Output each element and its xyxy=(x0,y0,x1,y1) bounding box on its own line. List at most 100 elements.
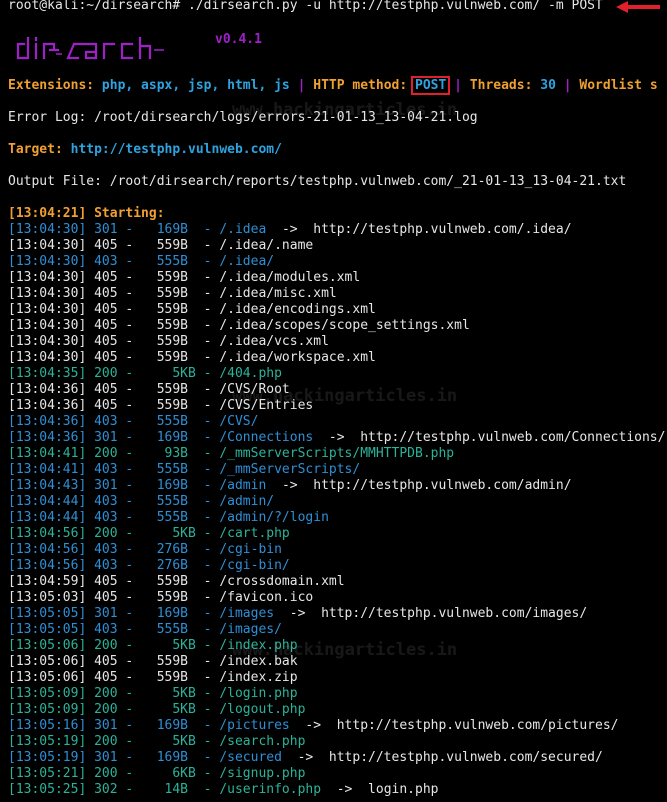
result-row: [13:04:30] 405 - 559B - /.idea/workspace… xyxy=(8,350,665,366)
result-row: [13:05:19] 301 - 169B - /secured -> http… xyxy=(8,750,665,766)
result-text: [13:04:35] 200 - 5KB - /404.php xyxy=(8,366,282,381)
result-row: [13:05:19] 200 - 5KB - /search.php xyxy=(8,734,665,750)
result-text: [13:05:06] 200 - 5KB - /index.php xyxy=(8,638,298,653)
result-text: [13:04:30] 405 - 559B - /.idea/scopes/sc… xyxy=(8,318,470,333)
info-bar: Extensions: php, aspx, jsp, html, js | H… xyxy=(8,76,658,95)
result-row: [13:05:09] 200 - 5KB - /logout.php xyxy=(8,702,665,718)
result-text: [13:04:30] 403 - 555B - /.idea/ xyxy=(8,254,275,269)
threads-label: Threads: xyxy=(469,78,533,93)
target-url: http://testphp.vulnweb.com/ xyxy=(70,142,282,157)
result-row: [13:04:36] 301 - 169B - /Connections -> … xyxy=(8,430,665,446)
result-text: [13:05:09] 200 - 5KB - /login.php xyxy=(8,686,298,701)
result-text: [13:04:30] 405 - 559B - /.idea/misc.xml xyxy=(8,286,337,301)
result-text: [13:05:06] 405 - 559B - /index.bak xyxy=(8,654,298,669)
result-row: [13:04:30] 403 - 555B - /.idea/ xyxy=(8,254,665,270)
result-text: [13:04:36] 405 - 559B - /CVS/Root xyxy=(8,382,290,397)
result-row: [13:05:06] 405 - 559B - /index.bak xyxy=(8,654,665,670)
result-text: [13:04:30] 405 - 559B - /.idea/encodings… xyxy=(8,302,376,317)
result-row: [13:05:03] 405 - 559B - /favicon.ico xyxy=(8,590,665,606)
wordlist-label: Wordlist s xyxy=(579,78,658,93)
extensions-value: php, aspx, jsp, html, js xyxy=(101,78,290,93)
result-row: [13:04:30] 301 - 169B - /.idea -> http:/… xyxy=(8,222,665,238)
result-row: [13:05:16] 301 - 169B - /pictures -> htt… xyxy=(8,718,665,734)
result-text: [13:04:30] 405 - 559B - /.idea/workspace… xyxy=(8,350,376,365)
result-text: [13:04:30] 405 - 559B - /.idea/vcs.xml xyxy=(8,334,329,349)
result-text: [13:04:36] 403 - 555B - /CVS/ xyxy=(8,414,259,429)
http-method-value: POST xyxy=(411,76,451,95)
result-text: [13:04:56] 200 - 5KB - /cart.php xyxy=(8,526,290,541)
result-row: [13:04:36] 405 - 559B - /CVS/Root xyxy=(8,382,665,398)
result-row: [13:05:25] 302 - 14B - /userinfo.php -> … xyxy=(8,782,665,798)
redirect-target: -> http://testphp.vulnweb.com/secured/ xyxy=(297,750,603,765)
result-row: [13:04:36] 403 - 555B - /CVS/ xyxy=(8,414,665,430)
output-file-line: Output File: /root/dirsearch/reports/tes… xyxy=(8,174,627,189)
result-row: [13:04:30] 405 - 559B - /.idea/vcs.xml xyxy=(8,334,665,350)
result-text: [13:04:41] 403 - 555B - /_mmServerScript… xyxy=(8,462,361,477)
result-row: [13:05:21] 200 - 6KB - /signup.php xyxy=(8,766,665,782)
result-row: [13:04:59] 405 - 559B - /crossdomain.xml xyxy=(8,574,665,590)
result-text: [13:04:56] 403 - 276B - /cgi-bin/ xyxy=(8,558,290,573)
starting-line: [13:04:21] Starting: xyxy=(8,206,165,221)
result-row: [13:04:41] 200 - 93B - /_mmServerScripts… xyxy=(8,446,665,462)
redirect-target: -> login.php xyxy=(336,782,439,797)
result-text: [13:05:06] 405 - 559B - /index.zip xyxy=(8,670,298,685)
target-label: Target: xyxy=(8,142,63,157)
redirect-target: -> http://testphp.vulnweb.com/Connection… xyxy=(328,430,666,445)
result-text: [13:05:03] 405 - 559B - /favicon.ico xyxy=(8,590,314,605)
result-text: [13:05:16] 301 - 169B - /pictures xyxy=(8,718,306,733)
redirect-target: -> http://testphp.vulnweb.com/admin/ xyxy=(281,478,572,493)
result-text: [13:05:05] 301 - 169B - /images xyxy=(8,606,290,621)
result-row: [13:05:05] 403 - 555B - /images/ xyxy=(8,622,665,638)
red-arrow-icon xyxy=(616,1,660,13)
result-text: [13:04:36] 405 - 559B - /CVS/Entries xyxy=(8,398,314,413)
separator: | xyxy=(563,78,572,93)
separator: | xyxy=(297,78,306,93)
redirect-target: -> http://testphp.vulnweb.com/.idea/ xyxy=(281,222,572,237)
result-row: [13:04:35] 200 - 5KB - /404.php xyxy=(8,366,665,382)
command-line: root@kali:~/dirsearch# ./dirsearch.py -u… xyxy=(8,0,603,13)
result-text: [13:04:44] 403 - 555B - /admin/ xyxy=(8,494,275,509)
result-text: [13:05:19] 301 - 169B - /secured xyxy=(8,750,298,765)
result-text: [13:05:25] 302 - 14B - /userinfo.php xyxy=(8,782,337,797)
extensions-label: Extensions: xyxy=(8,78,95,93)
result-text: [13:04:44] 403 - 555B - /admin/?/login xyxy=(8,510,329,525)
result-row: [13:04:56] 403 - 276B - /cgi-bin/ xyxy=(8,558,665,574)
result-row: [13:04:30] 405 - 559B - /.idea/modules.x… xyxy=(8,270,665,286)
result-row: [13:04:36] 405 - 559B - /CVS/Entries xyxy=(8,398,665,414)
http-method-label: HTTP method: xyxy=(313,78,408,93)
result-text: [13:04:30] 405 - 559B - /.idea/.name xyxy=(8,238,314,253)
result-row: [13:04:44] 403 - 555B - /admin/?/login xyxy=(8,510,665,526)
result-row: [13:04:56] 403 - 276B - /cgi-bin xyxy=(8,542,665,558)
result-row: [13:04:30] 405 - 559B - /.idea/.name xyxy=(8,238,665,254)
result-row: [13:04:56] 200 - 5KB - /cart.php xyxy=(8,526,665,542)
result-row: [13:04:41] 403 - 555B - /_mmServerScript… xyxy=(8,462,665,478)
result-row: [13:05:06] 405 - 559B - /index.zip xyxy=(8,670,665,686)
result-text: [13:04:30] 405 - 559B - /.idea/modules.x… xyxy=(8,270,361,285)
threads-value: 30 xyxy=(540,78,556,93)
result-text: [13:05:19] 200 - 5KB - /search.php xyxy=(8,734,306,749)
result-row: [13:04:30] 405 - 559B - /.idea/encodings… xyxy=(8,302,665,318)
separator: | xyxy=(454,78,462,93)
redirect-target: -> http://testphp.vulnweb.com/pictures/ xyxy=(305,718,619,733)
dirsearch-logo xyxy=(16,36,164,60)
result-text: [13:04:36] 301 - 169B - /Connections xyxy=(8,430,329,445)
results-list: [13:04:30] 301 - 169B - /.idea -> http:/… xyxy=(8,222,665,798)
result-row: [13:04:30] 405 - 559B - /.idea/misc.xml xyxy=(8,286,665,302)
result-row: [13:05:06] 200 - 5KB - /index.php xyxy=(8,638,665,654)
result-text: [13:05:09] 200 - 5KB - /logout.php xyxy=(8,702,306,717)
result-text: [13:05:05] 403 - 555B - /images/ xyxy=(8,622,282,637)
result-row: [13:04:30] 405 - 559B - /.idea/scopes/sc… xyxy=(8,318,665,334)
result-row: [13:05:05] 301 - 169B - /images -> http:… xyxy=(8,606,665,622)
result-row: [13:04:43] 301 - 169B - /admin -> http:/… xyxy=(8,478,665,494)
result-text: [13:04:56] 403 - 276B - /cgi-bin xyxy=(8,542,282,557)
target-line: Target: http://testphp.vulnweb.com/ xyxy=(8,142,282,158)
result-text: [13:05:21] 200 - 6KB - /signup.php xyxy=(8,766,306,781)
result-text: [13:04:30] 301 - 169B - /.idea xyxy=(8,222,282,237)
result-text: [13:04:43] 301 - 169B - /admin xyxy=(8,478,282,493)
version-label: v0.4.1 xyxy=(215,32,262,47)
result-text: [13:04:41] 200 - 93B - /_mmServerScripts… xyxy=(8,446,455,461)
result-text: [13:04:59] 405 - 559B - /crossdomain.xml xyxy=(8,574,345,589)
result-row: [13:05:09] 200 - 5KB - /login.php xyxy=(8,686,665,702)
error-log-line: Error Log: /root/dirsearch/logs/errors-2… xyxy=(8,110,478,125)
redirect-target: -> http://testphp.vulnweb.com/images/ xyxy=(289,606,588,621)
